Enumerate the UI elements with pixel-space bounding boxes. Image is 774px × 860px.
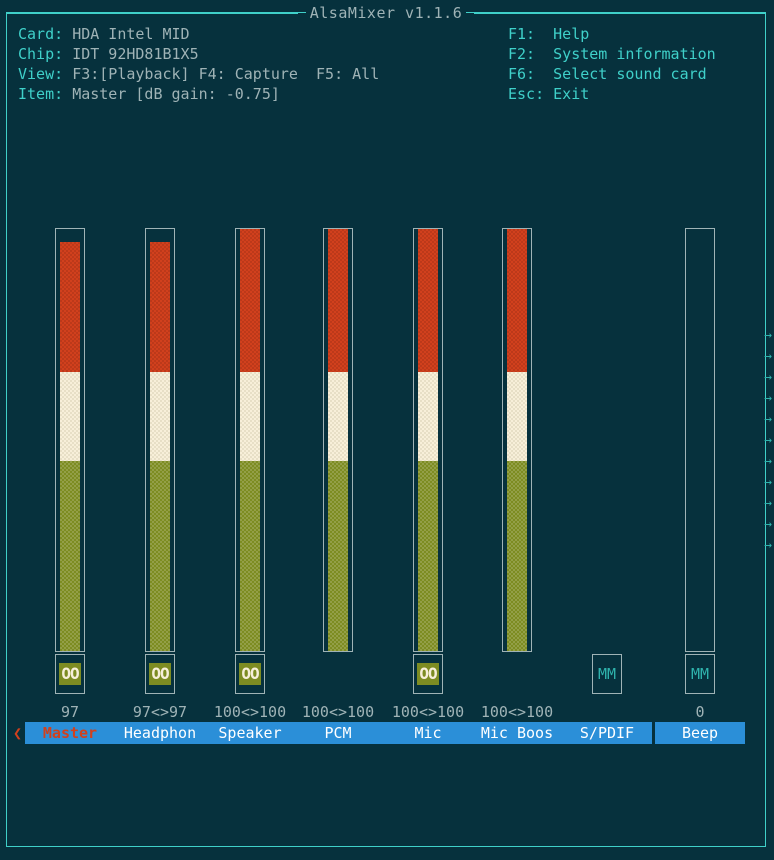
bar-segment-peak	[418, 229, 438, 372]
bar-segment-neutral	[240, 372, 260, 461]
bar-segment-peak	[150, 242, 170, 372]
channel-label-s-pdif[interactable]: S/PDIF	[562, 722, 652, 744]
mute-indicator-s-pdif[interactable]: MM	[592, 654, 622, 694]
scroll-right-arrow-icon[interactable]: →	[752, 325, 772, 346]
mute-indicator-text: OO	[239, 663, 261, 685]
selection-arrow-left-icon[interactable]: ❮	[13, 722, 22, 744]
scroll-arrow-column[interactable]: → → → → → → → → → → →	[752, 325, 772, 556]
volume-value-mic-boost: 100<>100	[480, 703, 554, 721]
mute-indicator-text: OO	[149, 663, 171, 685]
scroll-right-arrow-icon[interactable]: →	[752, 388, 772, 409]
mute-indicator-text: MM	[690, 664, 710, 683]
channel-label-pcm[interactable]: PCM	[293, 722, 383, 744]
scroll-right-arrow-icon[interactable]: →	[752, 367, 772, 388]
volume-bar-mic[interactable]	[413, 228, 443, 652]
channel-label-master[interactable]: Master	[25, 722, 115, 744]
scroll-right-arrow-icon[interactable]: →	[752, 451, 772, 472]
bar-segment-peak	[328, 229, 348, 372]
bar-segment-peak	[60, 242, 80, 372]
channel-label-headphone[interactable]: Headphon	[115, 722, 205, 744]
volume-value-headphone: 97<>97	[132, 703, 188, 721]
bar-segment-neutral	[418, 372, 438, 461]
bar-segment-peak	[240, 229, 260, 372]
channel-label-speaker[interactable]: Speaker	[205, 722, 295, 744]
bar-segment-neutral	[507, 372, 527, 461]
channel-label-mic-boost[interactable]: Mic Boos	[472, 722, 562, 744]
volume-value-beep: 0	[695, 703, 705, 721]
bar-segment-green	[328, 461, 348, 651]
scroll-right-arrow-icon[interactable]: →	[752, 472, 772, 493]
volume-bar-headphone[interactable]	[145, 228, 175, 652]
mute-indicator-text: OO	[417, 663, 439, 685]
scroll-right-arrow-icon[interactable]: →	[752, 409, 772, 430]
scroll-right-arrow-icon[interactable]: →	[752, 514, 772, 535]
bar-segment-green	[150, 461, 170, 651]
mute-indicator-beep[interactable]: MM	[685, 654, 715, 694]
bar-segment-green	[507, 461, 527, 651]
volume-value-mic: 100<>100	[391, 703, 465, 721]
volume-bar-fill	[60, 229, 80, 651]
volume-bar-fill	[328, 229, 348, 651]
bar-segment-green	[240, 461, 260, 651]
bar-segment-neutral	[328, 372, 348, 461]
volume-bar-fill	[240, 229, 260, 651]
bar-segment-green	[418, 461, 438, 651]
bar-segment-neutral	[150, 372, 170, 461]
scroll-right-arrow-icon[interactable]: →	[752, 346, 772, 367]
mute-indicator-mic[interactable]: OO	[413, 654, 443, 694]
volume-bar-mic-boost[interactable]	[502, 228, 532, 652]
scroll-right-arrow-icon[interactable]: →	[752, 493, 772, 514]
bar-segment-peak	[507, 229, 527, 372]
alsamixer-window: AlsaMixer v1.1.6 Card: HDA Intel MID F1:…	[0, 0, 774, 860]
volume-value-speaker: 100<>100	[213, 703, 287, 721]
volume-value-master: 97	[60, 703, 80, 721]
volume-value-pcm: 100<>100	[301, 703, 375, 721]
volume-bar-master[interactable]	[55, 228, 85, 652]
scroll-right-arrow-icon[interactable]: →	[752, 535, 772, 556]
volume-bar-fill	[507, 229, 527, 651]
volume-bar-beep[interactable]	[685, 228, 715, 652]
mute-indicator-master[interactable]: OO	[55, 654, 85, 694]
volume-bar-speaker[interactable]	[235, 228, 265, 652]
mute-indicator-text: OO	[59, 663, 81, 685]
volume-bar-pcm[interactable]	[323, 228, 353, 652]
volume-bar-fill	[418, 229, 438, 651]
mute-indicator-text: MM	[597, 664, 617, 683]
channel-label-beep[interactable]: Beep	[655, 722, 745, 744]
mixer-channels: OO97Master❮❯OO97<>97HeadphonOO100<>100Sp…	[0, 0, 774, 860]
channel-label-mic[interactable]: Mic	[383, 722, 473, 744]
scroll-right-arrow-icon[interactable]: →	[752, 430, 772, 451]
volume-bar-fill	[690, 229, 710, 651]
bar-segment-neutral	[60, 372, 80, 461]
mute-indicator-headphone[interactable]: OO	[145, 654, 175, 694]
bar-segment-green	[60, 461, 80, 651]
volume-bar-fill	[150, 229, 170, 651]
mute-indicator-speaker[interactable]: OO	[235, 654, 265, 694]
